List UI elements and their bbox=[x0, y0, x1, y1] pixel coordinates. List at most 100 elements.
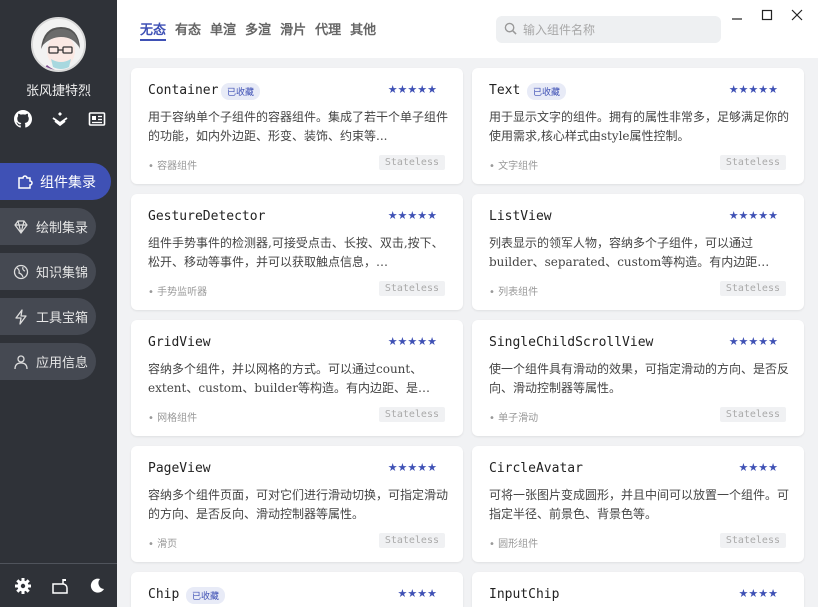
rating-stars: ★★★★★ bbox=[728, 83, 778, 96]
tab-other[interactable]: 其他 bbox=[350, 19, 376, 41]
type-badge: Stateless bbox=[378, 533, 445, 548]
puzzle-icon bbox=[16, 173, 34, 191]
tab-sliver[interactable]: 滑片 bbox=[280, 19, 306, 41]
card-title: InputChip bbox=[489, 587, 560, 602]
sidebar-item-label: 知识集锦 bbox=[36, 266, 89, 281]
tab-multi-render[interactable]: 多渲 bbox=[245, 19, 271, 41]
widget-card[interactable]: PageView ★★★★★ 容纳多个组件页面，可对它们进行滑动切换，可指定滑动… bbox=[131, 446, 463, 562]
rating-stars: ★★★★★ bbox=[387, 335, 437, 348]
tab-single-render[interactable]: 单渲 bbox=[210, 19, 236, 41]
card-category: • 容器组件 bbox=[148, 161, 198, 172]
sidebar-item-label: 绘制集录 bbox=[36, 221, 89, 236]
rating-stars: ★★★★ bbox=[738, 461, 778, 474]
rating-stars: ★★★★★ bbox=[728, 209, 778, 222]
widget-card[interactable]: Container 已收藏 ★★★★★ 用于容纳单个子组件的容器组件。集成了若干… bbox=[131, 68, 463, 184]
sidebar-nav: 组件集录 绘制集录 知识集锦 工具宝箱 应用信息 bbox=[0, 163, 117, 388]
type-badge: Stateless bbox=[719, 533, 786, 548]
window-controls bbox=[722, 6, 812, 24]
card-category: • 网格组件 bbox=[148, 413, 198, 424]
widget-card[interactable]: GestureDetector ★★★★★ 组件手势事件的检测器,可接受点击、长… bbox=[131, 194, 463, 310]
card-title: Chip bbox=[148, 587, 180, 602]
search-box bbox=[496, 16, 721, 43]
card-category: • 滑页 bbox=[148, 539, 178, 550]
sidebar-item-app-info[interactable]: 应用信息 bbox=[0, 343, 96, 380]
header: 无态 有态 单渲 多渲 滑片 代理 其他 bbox=[117, 0, 818, 58]
search-input[interactable] bbox=[523, 22, 713, 37]
sidebar-item-label: 组件集录 bbox=[40, 174, 96, 191]
tab-stateful[interactable]: 有态 bbox=[175, 19, 201, 41]
person-icon bbox=[12, 353, 30, 371]
type-badge: Stateless bbox=[378, 281, 445, 296]
mailbox-icon[interactable] bbox=[49, 575, 71, 597]
avatar[interactable] bbox=[31, 17, 86, 72]
tab-bar: 无态 有态 单渲 多渲 滑片 代理 其他 bbox=[140, 19, 385, 41]
widget-card[interactable]: Text 已收藏 ★★★★★ 用于显示文字的组件。拥有的属性非常多，足够满足你的… bbox=[472, 68, 804, 184]
username: 张风捷特烈 bbox=[25, 84, 91, 99]
card-description: 组件手势事件的检测器,可接受点击、长按、双击,按下、松开、移动等事件，并可以获取… bbox=[148, 236, 444, 269]
sidebar-item-label: 应用信息 bbox=[36, 356, 89, 371]
blog-icon[interactable] bbox=[86, 108, 108, 130]
card-title: Text bbox=[489, 83, 521, 98]
card-description: 用于显示文字的组件。拥有的属性非常多，足够满足你的使用需求,核心样式由style… bbox=[489, 110, 789, 143]
sidebar-item-tools[interactable]: 工具宝箱 bbox=[0, 298, 96, 335]
card-description: 列表显示的领军人物，容纳多个子组件，可以通过builder、separated、… bbox=[489, 236, 770, 269]
tab-proxy[interactable]: 代理 bbox=[315, 19, 341, 41]
sidebar-item-label: 工具宝箱 bbox=[36, 311, 89, 326]
juejin-icon[interactable] bbox=[49, 108, 71, 130]
type-badge: Stateless bbox=[378, 155, 445, 170]
widget-card[interactable]: InputChip ★★★★ bbox=[472, 572, 804, 607]
card-category: • 列表组件 bbox=[489, 287, 539, 298]
maximize-icon[interactable] bbox=[752, 6, 782, 24]
card-description: 可将一张图片变成圆形，并且中间可以放置一个组件。可指定半径、前景色、背景色等。 bbox=[489, 488, 789, 521]
rating-stars: ★★★★★ bbox=[387, 461, 437, 474]
diamond-icon bbox=[12, 218, 30, 236]
settings-icon[interactable] bbox=[12, 575, 34, 597]
favorite-badge: 已收藏 bbox=[527, 83, 567, 100]
divider bbox=[0, 563, 117, 564]
card-title: GridView bbox=[148, 335, 211, 350]
search-icon bbox=[504, 20, 517, 39]
tab-stateless[interactable]: 无态 bbox=[140, 19, 167, 41]
close-icon[interactable] bbox=[782, 6, 812, 24]
card-title: GestureDetector bbox=[148, 209, 266, 224]
rating-stars: ★★★★★ bbox=[728, 335, 778, 348]
widget-card[interactable]: ListView ★★★★★ 列表显示的领军人物，容纳多个子组件，可以通过bui… bbox=[472, 194, 804, 310]
card-description: 容纳多个组件页面，可对它们进行滑动切换，可指定滑动的方向、是否反向、滑动控制器等… bbox=[148, 488, 448, 521]
sidebar: 张风捷特烈 组件集录 绘制集录 知识集锦 工具宝箱 应用信息 bbox=[0, 0, 117, 607]
sidebar-item-knowledge[interactable]: 知识集锦 bbox=[0, 253, 96, 290]
rating-stars: ★★★★ bbox=[397, 587, 437, 600]
favorite-badge: 已收藏 bbox=[186, 587, 226, 604]
card-category: • 单子滑动 bbox=[489, 413, 539, 424]
social-links bbox=[12, 108, 108, 130]
github-icon[interactable] bbox=[12, 108, 34, 130]
card-title: ListView bbox=[489, 209, 552, 224]
type-badge: Stateless bbox=[719, 281, 786, 296]
widget-card[interactable]: CircleAvatar ★★★★ 可将一张图片变成圆形，并且中间可以放置一个组… bbox=[472, 446, 804, 562]
card-description: 容纳多个组件，并以网格的方式。可以通过count、extent、custom、b… bbox=[148, 362, 430, 395]
widget-card[interactable]: GridView ★★★★★ 容纳多个组件，并以网格的方式。可以通过count、… bbox=[131, 320, 463, 436]
card-title: SingleChildScrollView bbox=[489, 335, 654, 350]
widget-card[interactable]: Chip 已收藏 ★★★★ bbox=[131, 572, 463, 607]
card-title: CircleAvatar bbox=[489, 461, 583, 476]
rating-stars: ★★★★★ bbox=[387, 209, 437, 222]
card-category: • 圆形组件 bbox=[489, 539, 539, 550]
sidebar-item-widgets[interactable]: 组件集录 bbox=[0, 163, 111, 200]
card-description: 使一个组件具有滑动的效果，可指定滑动的方向、是否反向、滑动控制器等属性。 bbox=[489, 362, 789, 395]
widget-card[interactable]: SingleChildScrollView ★★★★★ 使一个组件具有滑动的效果… bbox=[472, 320, 804, 436]
card-description: 用于容纳单个子组件的容器组件。集成了若干个单子组件的功能，如内外边距、形变、装饰… bbox=[148, 110, 448, 143]
card-category: • 文字组件 bbox=[489, 161, 539, 172]
sidebar-item-painting[interactable]: 绘制集录 bbox=[0, 208, 96, 245]
lightning-icon bbox=[12, 308, 30, 326]
card-title: PageView bbox=[148, 461, 211, 476]
type-badge: Stateless bbox=[719, 155, 786, 170]
favorite-badge: 已收藏 bbox=[221, 83, 261, 100]
sidebar-footer bbox=[12, 575, 108, 597]
rating-stars: ★★★★★ bbox=[387, 83, 437, 96]
type-badge: Stateless bbox=[719, 407, 786, 422]
card-title: Container bbox=[148, 83, 219, 98]
minimize-icon[interactable] bbox=[722, 6, 752, 24]
type-badge: Stateless bbox=[378, 407, 445, 422]
rating-stars: ★★★★ bbox=[738, 587, 778, 600]
dark-mode-icon[interactable] bbox=[86, 575, 108, 597]
card-category: • 手势监听器 bbox=[148, 287, 208, 298]
